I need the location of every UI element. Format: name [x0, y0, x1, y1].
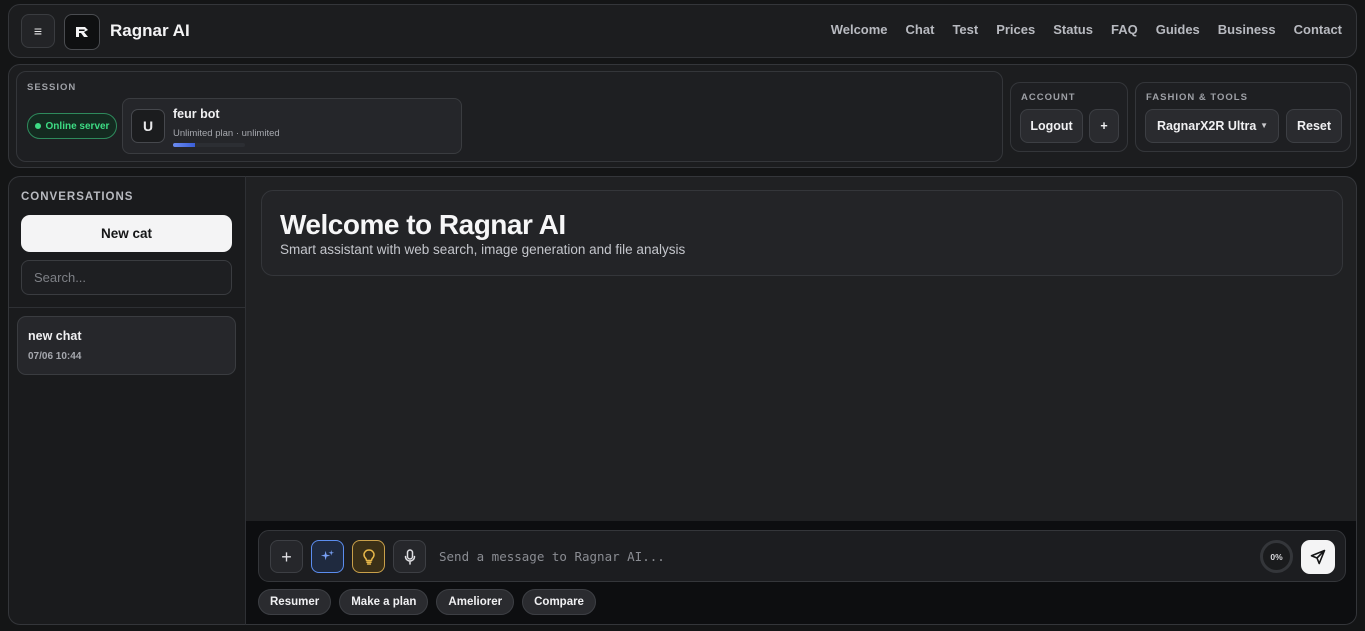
account-panel: ACCOUNT Logout + [1010, 82, 1128, 152]
microphone-button[interactable] [393, 540, 426, 573]
model-select-value: RagnarX2R Ultra [1157, 119, 1257, 133]
tools-label: FASHION & TOOLS [1146, 92, 1248, 103]
conversations-label: CONVERSATIONS [21, 191, 134, 203]
plus-icon: + [281, 546, 292, 567]
nav-prices[interactable]: Prices [996, 22, 1035, 37]
nav-guides[interactable]: Guides [1156, 22, 1200, 37]
welcome-title: Welcome to Ragnar AI [280, 209, 566, 240]
welcome-subtitle: Smart assistant with web search, image g… [280, 242, 686, 257]
app-logo[interactable] [64, 14, 100, 50]
tools-panel: FASHION & TOOLS RagnarX2R Ultra ▼ Reset [1135, 82, 1351, 152]
chevron-down-icon: ▼ [1260, 121, 1268, 130]
attach-button[interactable]: + [270, 540, 303, 573]
send-icon [1310, 549, 1326, 565]
idea-button[interactable] [352, 540, 385, 573]
progress-indicator: 0% [1260, 540, 1293, 573]
toolbar: SESSION Online server U feur bot Unlimit… [8, 64, 1357, 168]
conversation-date: 07/06 10:44 [28, 351, 82, 362]
nav-status[interactable]: Status [1053, 22, 1093, 37]
ragnar-logo-icon [76, 27, 88, 37]
user-card[interactable]: U feur bot Unlimited plan · unlimited [122, 98, 462, 154]
add-account-button[interactable]: + [1089, 109, 1119, 143]
lightbulb-icon [362, 548, 375, 565]
conversation-item[interactable]: new chat 07/06 10:44 [17, 316, 236, 375]
model-select[interactable]: RagnarX2R Ultra ▼ [1145, 109, 1279, 143]
usage-bar-fill [173, 143, 195, 147]
status-dot-icon [34, 123, 41, 129]
logout-button[interactable]: Logout [1020, 109, 1083, 143]
sidebar-divider [9, 307, 245, 308]
sidebar: CONVERSATIONS New cat new chat 07/06 10:… [8, 176, 245, 625]
sparkle-icon [320, 549, 335, 561]
reset-button[interactable]: Reset [1286, 109, 1342, 143]
welcome-card: Welcome to Ragnar AI Smart assistant wit… [261, 190, 1343, 276]
quick-action-improve[interactable]: Ameliorer [436, 589, 515, 615]
hamburger-icon: ≡ [33, 23, 43, 39]
composer-area: + 0% [246, 521, 1356, 624]
nav-contact[interactable]: Contact [1294, 22, 1342, 37]
nav-faq[interactable]: FAQ [1111, 22, 1138, 37]
app-title: Ragnar AI [110, 21, 190, 40]
message-input[interactable] [439, 541, 1249, 571]
session-panel: SESSION Online server U feur bot Unlimit… [16, 71, 1003, 162]
quick-action-compare[interactable]: Compare [522, 589, 596, 615]
user-plan: Unlimited plan · unlimited [173, 128, 280, 139]
nav-business[interactable]: Business [1218, 22, 1276, 37]
chat-main: Welcome to Ragnar AI Smart assistant wit… [245, 176, 1357, 625]
nav-chat[interactable]: Chat [906, 22, 935, 37]
session-label: SESSION [27, 82, 77, 93]
menu-button[interactable]: ≡ [21, 14, 55, 48]
search-input[interactable] [21, 260, 232, 295]
microphone-icon [404, 548, 415, 565]
quick-action-make-plan[interactable]: Make a plan [339, 589, 429, 615]
status-badge: Online server [27, 113, 117, 139]
account-label: ACCOUNT [1021, 92, 1076, 103]
top-header: ≡ Ragnar AI Welcome Chat Test Prices Sta… [8, 4, 1357, 58]
nav-test[interactable]: Test [952, 22, 978, 37]
quick-action-summarize[interactable]: Resumer [258, 589, 332, 615]
conversation-title: new chat [28, 329, 82, 343]
main-nav: Welcome Chat Test Prices Status FAQ Guid… [831, 22, 1342, 37]
nav-welcome[interactable]: Welcome [831, 22, 888, 37]
status-text: Online server [45, 120, 110, 132]
composer: + 0% [258, 530, 1346, 582]
smart-mode-button[interactable] [311, 540, 344, 573]
avatar: U [131, 109, 165, 143]
quick-actions: Resumer Make a plan Ameliorer Compare [258, 589, 596, 615]
usage-bar [173, 143, 245, 147]
send-button[interactable] [1301, 540, 1335, 574]
user-name: feur bot [173, 107, 220, 121]
new-chat-button[interactable]: New cat [21, 215, 232, 252]
